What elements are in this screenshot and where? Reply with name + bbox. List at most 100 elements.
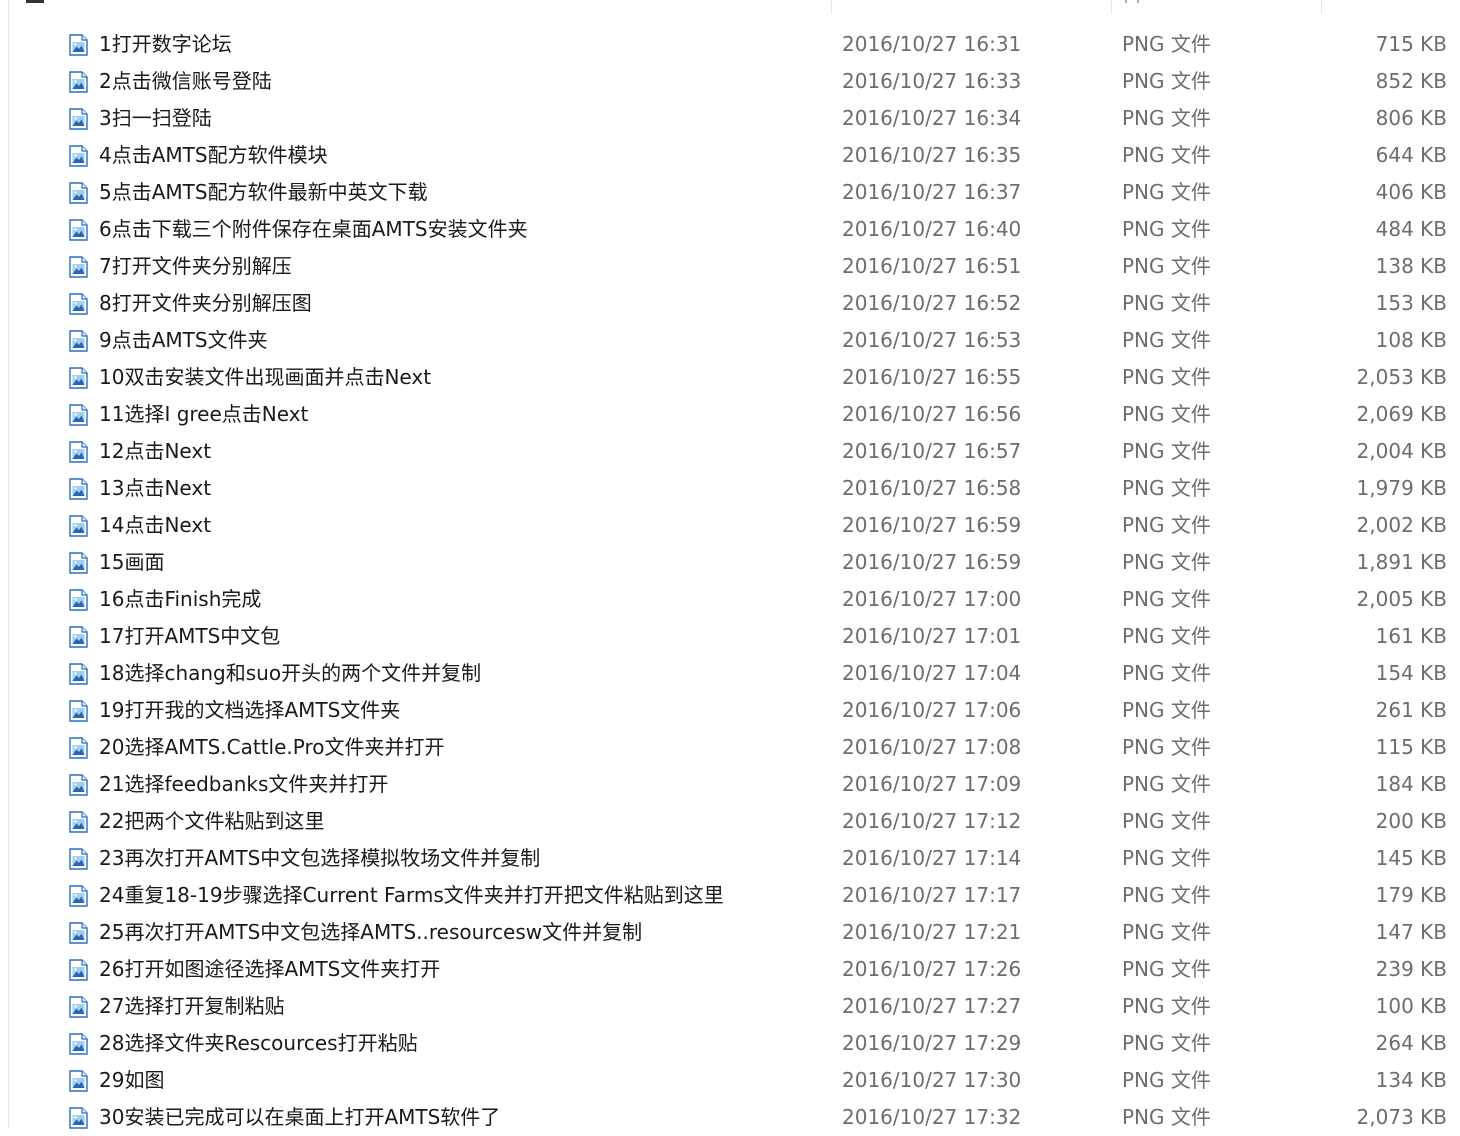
png-image-file-icon [69, 589, 88, 611]
file-name[interactable]: 20选择AMTS.Cattle.Pro文件夹并打开 [99, 729, 445, 766]
file-row[interactable]: 1打开数字论坛 2016/10/27 16:31 PNG 文件 715 KB [0, 26, 1460, 63]
file-size: 145 KB [1375, 846, 1447, 870]
file-name[interactable]: 2点击微信账号登陆 [99, 63, 272, 100]
column-divider-size[interactable] [1321, 0, 1322, 14]
file-type: PNG 文件 [1122, 439, 1211, 463]
file-date-modified: 2016/10/27 16:35 [842, 143, 1022, 167]
file-name[interactable]: 8打开文件夹分别解压图 [99, 285, 312, 322]
file-row[interactable]: 7打开文件夹分别解压 2016/10/27 16:51 PNG 文件 138 KB [0, 248, 1460, 285]
file-row[interactable]: 30安装已完成可以在桌面上打开AMTS软件了 2016/10/27 17:32 PN… [0, 1099, 1460, 1136]
file-date-modified: 2016/10/27 17:14 [842, 846, 1022, 870]
file-name[interactable]: 25再次打开AMTS中文包选择AMTS..resourcesw文件并复制 [99, 914, 642, 951]
png-image-file-icon [69, 922, 88, 944]
file-row[interactable]: 16点击Finish完成 2016/10/27 17:00 PNG 文件 2,005 … [0, 581, 1460, 618]
file-name[interactable]: 17打开AMTS中文包 [99, 618, 280, 655]
file-name[interactable]: 12点击Next [99, 433, 211, 470]
file-name[interactable]: 9点击AMTS文件夹 [99, 322, 268, 359]
file-name[interactable]: 28选择文件夹Rescources打开粘贴 [99, 1025, 418, 1062]
file-row[interactable]: 21选择feedbanks文件夹并打开 2016/10/27 17:09 PNG 文… [0, 766, 1460, 803]
file-row[interactable]: 20选择AMTS.Cattle.Pro文件夹并打开 2016/10/27 17:0… [0, 729, 1460, 766]
file-row[interactable]: 2点击微信账号登陆 2016/10/27 16:33 PNG 文件 852 KB [0, 63, 1460, 100]
file-row[interactable]: 5点击AMTS配方软件最新中英文下载 2016/10/27 16:37 PNG 文件… [0, 174, 1460, 211]
file-row[interactable]: 25再次打开AMTS中文包选择AMTS..resourcesw文件并复制 2016… [0, 914, 1460, 951]
file-name[interactable]: 11选择I gree点击Next [99, 396, 308, 433]
png-image-file-icon [69, 1070, 88, 1092]
file-size: 264 KB [1375, 1031, 1447, 1055]
file-date-modified: 2016/10/27 16:33 [842, 69, 1022, 93]
column-divider-date[interactable] [831, 0, 832, 14]
file-name[interactable]: 14点击Next [99, 507, 211, 544]
file-name[interactable]: 3扫一扫登陆 [99, 100, 212, 137]
png-image-file-icon [69, 515, 88, 537]
file-row[interactable]: 29如图 2016/10/27 17:30 PNG 文件 134 KB [0, 1062, 1460, 1099]
png-image-file-icon [69, 885, 88, 907]
file-row[interactable]: 3扫一扫登陆 2016/10/27 16:34 PNG 文件 806 KB [0, 100, 1460, 137]
file-name[interactable]: 19打开我的文档选择AMTS文件夹 [99, 692, 400, 729]
file-name[interactable]: 22把两个文件粘贴到这里 [99, 803, 324, 840]
file-name[interactable]: 23再次打开AMTS中文包选择模拟牧场文件并复制 [99, 840, 540, 877]
file-row[interactable]: 10双击安装文件出现画面并点击Next 2016/10/27 16:55 PNG 文… [0, 359, 1460, 396]
file-size: 2,002 KB [1356, 513, 1447, 537]
file-size: 1,979 KB [1356, 476, 1447, 500]
file-row[interactable]: 4点击AMTS配方软件模块 2016/10/27 16:35 PNG 文件 644 K… [0, 137, 1460, 174]
file-type: PNG 文件 [1122, 920, 1211, 944]
png-image-file-icon [69, 441, 88, 463]
file-type: PNG 文件 [1122, 661, 1211, 685]
png-image-file-icon [69, 182, 88, 204]
file-row[interactable]: 19打开我的文档选择AMTS文件夹 2016/10/27 17:06 PNG 文件 2… [0, 692, 1460, 729]
file-size: 644 KB [1375, 143, 1447, 167]
file-row[interactable]: 27选择打开复制粘贴 2016/10/27 17:27 PNG 文件 100 KB [0, 988, 1460, 1025]
file-row[interactable]: 6点击下载三个附件保存在桌面AMTS安装文件夹 2016/10/27 16:40 P… [0, 211, 1460, 248]
file-row[interactable]: 8打开文件夹分别解压图 2016/10/27 16:52 PNG 文件 153 KB [0, 285, 1460, 322]
file-name[interactable]: 26打开如图途径选择AMTS文件夹打开 [99, 951, 440, 988]
png-image-file-icon [69, 996, 88, 1018]
file-name[interactable]: 24重复18-19步骤选择Current Farms文件夹并打开把文件粘贴到这里 [99, 877, 724, 914]
file-name[interactable]: 10双击安装文件出现画面并点击Next [99, 359, 431, 396]
png-image-file-icon [69, 663, 88, 685]
file-name[interactable]: 18选择chang和suo开头的两个文件并复制 [99, 655, 481, 692]
file-type: PNG 文件 [1122, 1068, 1211, 1092]
png-image-file-icon [69, 478, 88, 500]
file-row[interactable]: 17打开AMTS中文包 2016/10/27 17:01 PNG 文件 161 KB [0, 618, 1460, 655]
file-name[interactable]: 4点击AMTS配方软件模块 [99, 137, 328, 174]
file-row[interactable]: 15画面 2016/10/27 16:59 PNG 文件 1,891 KB [0, 544, 1460, 581]
file-row[interactable]: 9点击AMTS文件夹 2016/10/27 16:53 PNG 文件 108 KB [0, 322, 1460, 359]
file-type: PNG 文件 [1122, 69, 1211, 93]
file-date-modified: 2016/10/27 16:59 [842, 513, 1022, 537]
file-row[interactable]: 14点击Next 2016/10/27 16:59 PNG 文件 2,002 KB [0, 507, 1460, 544]
file-name[interactable]: 6点击下载三个附件保存在桌面AMTS安装文件夹 [99, 211, 528, 248]
file-date-modified: 2016/10/27 16:53 [842, 328, 1022, 352]
file-row[interactable]: 11选择I gree点击Next 2016/10/27 16:56 PNG 文件 2,… [0, 396, 1460, 433]
file-date-modified: 2016/10/27 17:01 [842, 624, 1022, 648]
file-row[interactable]: 13点击Next 2016/10/27 16:58 PNG 文件 1,979 KB [0, 470, 1460, 507]
file-size: 1,891 KB [1356, 550, 1447, 574]
select-all-checkbox-edge[interactable] [26, 0, 44, 3]
file-date-modified: 2016/10/27 17:00 [842, 587, 1022, 611]
file-date-modified: 2016/10/27 17:09 [842, 772, 1022, 796]
file-size: 184 KB [1375, 772, 1447, 796]
file-row[interactable]: 28选择文件夹Rescources打开粘贴 2016/10/27 17:29 PNG… [0, 1025, 1460, 1062]
file-name[interactable]: 30安装已完成可以在桌面上打开AMTS软件了 [99, 1099, 500, 1136]
file-name[interactable]: 15画面 [99, 544, 164, 581]
file-row[interactable]: 26打开如图途径选择AMTS文件夹打开 2016/10/27 17:26 PNG 文… [0, 951, 1460, 988]
file-size: 2,053 KB [1356, 365, 1447, 389]
png-image-file-icon [69, 811, 88, 833]
file-row[interactable]: 23再次打开AMTS中文包选择模拟牧场文件并复制 2016/10/27 17:14… [0, 840, 1460, 877]
file-name[interactable]: 5点击AMTS配方软件最新中英文下载 [99, 174, 428, 211]
file-name[interactable]: 7打开文件夹分别解压 [99, 248, 292, 285]
file-row[interactable]: 22把两个文件粘贴到这里 2016/10/27 17:12 PNG 文件 200 KB [0, 803, 1460, 840]
file-name[interactable]: 21选择feedbanks文件夹并打开 [99, 766, 388, 803]
file-type: PNG 文件 [1122, 32, 1211, 56]
file-type: PNG 文件 [1122, 476, 1211, 500]
file-row[interactable]: 12点击Next 2016/10/27 16:57 PNG 文件 2,004 KB [0, 433, 1460, 470]
file-type: PNG 文件 [1122, 846, 1211, 870]
file-row[interactable]: 24重复18-19步骤选择Current Farms文件夹并打开把文件粘贴到这里… [0, 877, 1460, 914]
file-name[interactable]: 27选择打开复制粘贴 [99, 988, 284, 1025]
file-name[interactable]: 1打开数字论坛 [99, 26, 232, 63]
file-name[interactable]: 13点击Next [99, 470, 211, 507]
file-name[interactable]: 16点击Finish完成 [99, 581, 261, 618]
png-image-file-icon [69, 1107, 88, 1129]
file-name[interactable]: 29如图 [99, 1062, 164, 1099]
file-row[interactable]: 18选择chang和suo开头的两个文件并复制 2016/10/27 17:04 P… [0, 655, 1460, 692]
column-divider-type[interactable] [1111, 0, 1112, 14]
